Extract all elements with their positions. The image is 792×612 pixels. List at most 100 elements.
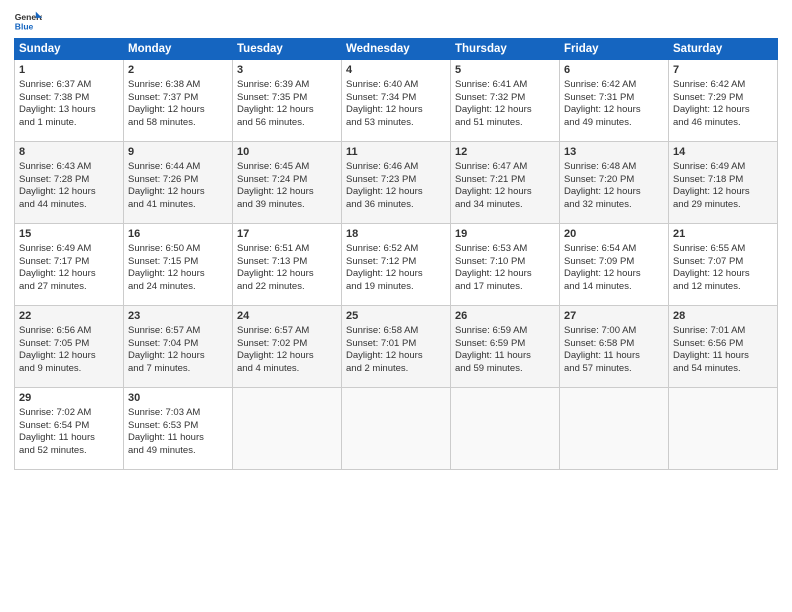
day-number: 9 <box>128 145 228 160</box>
day-number: 16 <box>128 227 228 242</box>
day-number: 12 <box>455 145 555 160</box>
col-header-saturday: Saturday <box>669 39 778 60</box>
cell-info: Sunrise: 7:01 AMSunset: 6:56 PMDaylight:… <box>673 325 749 374</box>
header: General Blue <box>14 10 778 32</box>
svg-text:Blue: Blue <box>15 22 34 32</box>
calendar-cell: 28Sunrise: 7:01 AMSunset: 6:56 PMDayligh… <box>669 306 778 388</box>
calendar-cell: 10Sunrise: 6:45 AMSunset: 7:24 PMDayligh… <box>233 142 342 224</box>
cell-info: Sunrise: 6:56 AMSunset: 7:05 PMDaylight:… <box>19 325 96 374</box>
cell-info: Sunrise: 6:46 AMSunset: 7:23 PMDaylight:… <box>346 161 423 210</box>
calendar-cell <box>669 388 778 470</box>
page: General Blue SundayMondayTuesdayWednesda… <box>0 0 792 612</box>
calendar-cell: 21Sunrise: 6:55 AMSunset: 7:07 PMDayligh… <box>669 224 778 306</box>
week-row-4: 22Sunrise: 6:56 AMSunset: 7:05 PMDayligh… <box>15 306 778 388</box>
day-number: 7 <box>673 63 773 78</box>
calendar-cell: 22Sunrise: 6:56 AMSunset: 7:05 PMDayligh… <box>15 306 124 388</box>
calendar-cell: 12Sunrise: 6:47 AMSunset: 7:21 PMDayligh… <box>451 142 560 224</box>
calendar-cell: 14Sunrise: 6:49 AMSunset: 7:18 PMDayligh… <box>669 142 778 224</box>
calendar-cell <box>342 388 451 470</box>
calendar-cell <box>560 388 669 470</box>
day-number: 28 <box>673 309 773 324</box>
day-number: 10 <box>237 145 337 160</box>
calendar-cell: 2Sunrise: 6:38 AMSunset: 7:37 PMDaylight… <box>124 60 233 142</box>
calendar-cell <box>451 388 560 470</box>
cell-info: Sunrise: 6:40 AMSunset: 7:34 PMDaylight:… <box>346 79 423 128</box>
day-number: 19 <box>455 227 555 242</box>
col-header-friday: Friday <box>560 39 669 60</box>
cell-info: Sunrise: 6:55 AMSunset: 7:07 PMDaylight:… <box>673 243 750 292</box>
week-row-1: 1Sunrise: 6:37 AMSunset: 7:38 PMDaylight… <box>15 60 778 142</box>
day-number: 5 <box>455 63 555 78</box>
calendar-cell: 9Sunrise: 6:44 AMSunset: 7:26 PMDaylight… <box>124 142 233 224</box>
cell-info: Sunrise: 6:41 AMSunset: 7:32 PMDaylight:… <box>455 79 532 128</box>
col-header-thursday: Thursday <box>451 39 560 60</box>
day-number: 21 <box>673 227 773 242</box>
day-number: 27 <box>564 309 664 324</box>
cell-info: Sunrise: 7:02 AMSunset: 6:54 PMDaylight:… <box>19 407 95 456</box>
cell-info: Sunrise: 6:42 AMSunset: 7:29 PMDaylight:… <box>673 79 750 128</box>
day-number: 6 <box>564 63 664 78</box>
header-row: SundayMondayTuesdayWednesdayThursdayFrid… <box>15 39 778 60</box>
col-header-wednesday: Wednesday <box>342 39 451 60</box>
calendar-cell: 20Sunrise: 6:54 AMSunset: 7:09 PMDayligh… <box>560 224 669 306</box>
day-number: 11 <box>346 145 446 160</box>
cell-info: Sunrise: 6:42 AMSunset: 7:31 PMDaylight:… <box>564 79 641 128</box>
calendar-cell: 29Sunrise: 7:02 AMSunset: 6:54 PMDayligh… <box>15 388 124 470</box>
day-number: 18 <box>346 227 446 242</box>
calendar-cell: 15Sunrise: 6:49 AMSunset: 7:17 PMDayligh… <box>15 224 124 306</box>
cell-info: Sunrise: 6:50 AMSunset: 7:15 PMDaylight:… <box>128 243 205 292</box>
calendar-cell: 17Sunrise: 6:51 AMSunset: 7:13 PMDayligh… <box>233 224 342 306</box>
day-number: 1 <box>19 63 119 78</box>
cell-info: Sunrise: 6:58 AMSunset: 7:01 PMDaylight:… <box>346 325 423 374</box>
calendar-cell: 4Sunrise: 6:40 AMSunset: 7:34 PMDaylight… <box>342 60 451 142</box>
day-number: 15 <box>19 227 119 242</box>
day-number: 17 <box>237 227 337 242</box>
cell-info: Sunrise: 6:49 AMSunset: 7:18 PMDaylight:… <box>673 161 750 210</box>
week-row-5: 29Sunrise: 7:02 AMSunset: 6:54 PMDayligh… <box>15 388 778 470</box>
calendar-cell: 3Sunrise: 6:39 AMSunset: 7:35 PMDaylight… <box>233 60 342 142</box>
calendar-table: SundayMondayTuesdayWednesdayThursdayFrid… <box>14 38 778 470</box>
calendar-cell: 16Sunrise: 6:50 AMSunset: 7:15 PMDayligh… <box>124 224 233 306</box>
cell-info: Sunrise: 6:43 AMSunset: 7:28 PMDaylight:… <box>19 161 96 210</box>
calendar-cell: 26Sunrise: 6:59 AMSunset: 6:59 PMDayligh… <box>451 306 560 388</box>
calendar-cell: 27Sunrise: 7:00 AMSunset: 6:58 PMDayligh… <box>560 306 669 388</box>
cell-info: Sunrise: 6:57 AMSunset: 7:02 PMDaylight:… <box>237 325 314 374</box>
cell-info: Sunrise: 6:52 AMSunset: 7:12 PMDaylight:… <box>346 243 423 292</box>
cell-info: Sunrise: 6:51 AMSunset: 7:13 PMDaylight:… <box>237 243 314 292</box>
calendar-cell: 5Sunrise: 6:41 AMSunset: 7:32 PMDaylight… <box>451 60 560 142</box>
calendar-cell: 7Sunrise: 6:42 AMSunset: 7:29 PMDaylight… <box>669 60 778 142</box>
calendar-cell: 8Sunrise: 6:43 AMSunset: 7:28 PMDaylight… <box>15 142 124 224</box>
cell-info: Sunrise: 7:00 AMSunset: 6:58 PMDaylight:… <box>564 325 640 374</box>
cell-info: Sunrise: 6:44 AMSunset: 7:26 PMDaylight:… <box>128 161 205 210</box>
day-number: 20 <box>564 227 664 242</box>
calendar-cell: 13Sunrise: 6:48 AMSunset: 7:20 PMDayligh… <box>560 142 669 224</box>
calendar-cell: 25Sunrise: 6:58 AMSunset: 7:01 PMDayligh… <box>342 306 451 388</box>
calendar-cell: 11Sunrise: 6:46 AMSunset: 7:23 PMDayligh… <box>342 142 451 224</box>
calendar-cell: 24Sunrise: 6:57 AMSunset: 7:02 PMDayligh… <box>233 306 342 388</box>
calendar-cell: 23Sunrise: 6:57 AMSunset: 7:04 PMDayligh… <box>124 306 233 388</box>
calendar-cell <box>233 388 342 470</box>
day-number: 2 <box>128 63 228 78</box>
day-number: 30 <box>128 391 228 406</box>
day-number: 22 <box>19 309 119 324</box>
logo: General Blue <box>14 10 44 32</box>
day-number: 3 <box>237 63 337 78</box>
day-number: 8 <box>19 145 119 160</box>
cell-info: Sunrise: 6:45 AMSunset: 7:24 PMDaylight:… <box>237 161 314 210</box>
day-number: 25 <box>346 309 446 324</box>
cell-info: Sunrise: 6:57 AMSunset: 7:04 PMDaylight:… <box>128 325 205 374</box>
day-number: 14 <box>673 145 773 160</box>
cell-info: Sunrise: 6:54 AMSunset: 7:09 PMDaylight:… <box>564 243 641 292</box>
cell-info: Sunrise: 6:37 AMSunset: 7:38 PMDaylight:… <box>19 79 96 128</box>
day-number: 24 <box>237 309 337 324</box>
logo-icon: General Blue <box>14 10 42 32</box>
col-header-tuesday: Tuesday <box>233 39 342 60</box>
week-row-3: 15Sunrise: 6:49 AMSunset: 7:17 PMDayligh… <box>15 224 778 306</box>
col-header-monday: Monday <box>124 39 233 60</box>
cell-info: Sunrise: 7:03 AMSunset: 6:53 PMDaylight:… <box>128 407 204 456</box>
col-header-sunday: Sunday <box>15 39 124 60</box>
cell-info: Sunrise: 6:47 AMSunset: 7:21 PMDaylight:… <box>455 161 532 210</box>
cell-info: Sunrise: 6:39 AMSunset: 7:35 PMDaylight:… <box>237 79 314 128</box>
calendar-cell: 19Sunrise: 6:53 AMSunset: 7:10 PMDayligh… <box>451 224 560 306</box>
calendar-cell: 1Sunrise: 6:37 AMSunset: 7:38 PMDaylight… <box>15 60 124 142</box>
